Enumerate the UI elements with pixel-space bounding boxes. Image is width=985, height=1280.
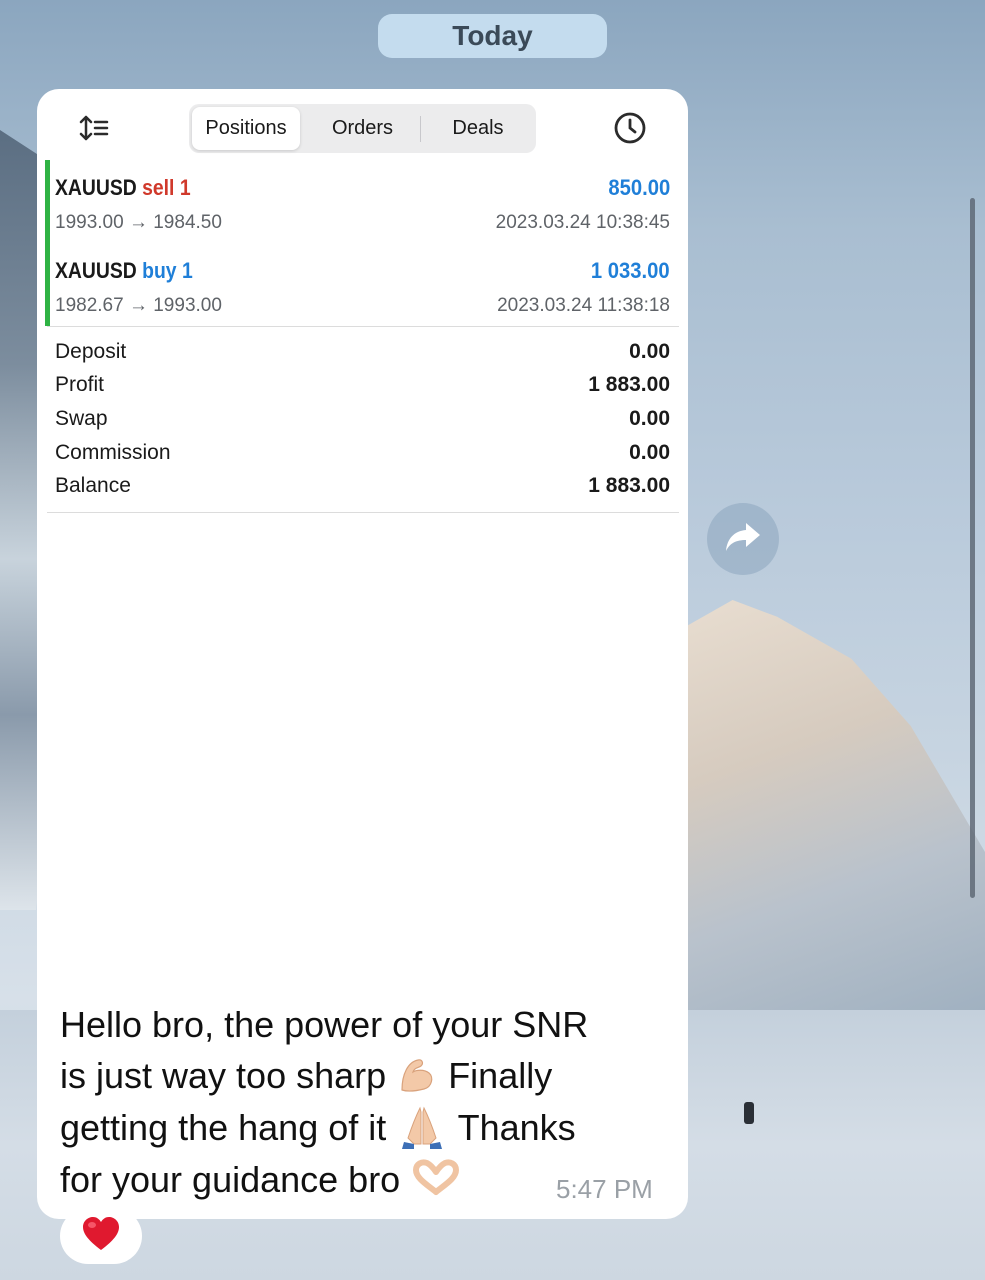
deal-time: 2023.03.24 11:38:18 — [497, 295, 670, 316]
tab-orders[interactable]: Orders — [309, 107, 416, 150]
clock-icon[interactable] — [611, 109, 649, 147]
deal-profit: 1 033.00 — [591, 258, 670, 283]
tab-deals-label: Deals — [452, 117, 504, 139]
background-hiker — [744, 1102, 754, 1124]
deal-profit: 850.00 — [608, 175, 670, 200]
message-bubble[interactable]: Positions Orders Deals XAUUSD sell 1 199… — [37, 89, 688, 1219]
deal-symbol: XAUUSD sell 1 — [55, 175, 191, 200]
summary-value: 1 883.00 — [588, 474, 670, 497]
tab-switcher: Positions Orders Deals — [189, 104, 536, 153]
tab-positions[interactable]: Positions — [192, 107, 300, 150]
background-mountain-right — [688, 600, 985, 1020]
date-separator-label: Today — [452, 20, 533, 51]
flexed-biceps-icon — [396, 1051, 438, 1102]
tab-orders-label: Orders — [331, 117, 394, 139]
summary-row-profit: Profit 1 883.00 — [55, 373, 670, 405]
summary-value: 1 883.00 — [588, 373, 670, 396]
scrollbar[interactable] — [970, 198, 975, 898]
message-line: is just way too sharp Finally — [60, 1050, 650, 1102]
message-line: Hello bro, the power of your SNR — [60, 1004, 589, 1045]
summary-label: Deposit — [55, 340, 127, 363]
deal-time: 2023.03.24 10:38:45 — [495, 212, 670, 233]
summary-label: Balance — [55, 474, 131, 497]
tab-deals[interactable]: Deals — [424, 107, 532, 150]
deals-accent-bar — [45, 160, 50, 326]
divider — [47, 326, 679, 327]
heart-hands-icon — [410, 1155, 462, 1206]
share-icon — [724, 521, 762, 558]
deal-row[interactable]: XAUUSD sell 1 1993.00 → 1984.50 850.00 2… — [55, 169, 670, 239]
message-timestamp: 5:47 PM — [556, 1174, 653, 1204]
divider — [47, 512, 679, 513]
summary-value: 0.00 — [629, 407, 670, 430]
folded-hands-icon — [396, 1103, 448, 1154]
deal-prices: 1993.00 → 1984.50 — [55, 212, 222, 233]
summary-row-swap: Swap 0.00 — [55, 407, 670, 439]
deal-row[interactable]: XAUUSD buy 1 1982.67 → 1993.00 1 033.00 … — [55, 252, 670, 322]
share-button[interactable] — [707, 503, 779, 575]
tab-positions-label: Positions — [205, 117, 287, 139]
summary-row-deposit: Deposit 0.00 — [55, 340, 670, 372]
summary-row-balance: Balance 1 883.00 — [55, 474, 670, 506]
deal-symbol: XAUUSD buy 1 — [55, 258, 193, 283]
summary-value: 0.00 — [629, 441, 670, 464]
deal-prices: 1982.67 → 1993.00 — [55, 295, 222, 316]
deal-side: sell 1 — [142, 175, 191, 200]
summary-label: Profit — [55, 373, 105, 396]
summary-label: Swap — [55, 407, 108, 430]
reaction-badge[interactable] — [60, 1208, 142, 1264]
tab-divider — [420, 116, 421, 142]
summary-value: 0.00 — [629, 340, 670, 363]
deal-side: buy 1 — [142, 258, 193, 283]
date-separator: Today — [378, 14, 607, 58]
message-line: getting the hang of it Thanks — [60, 1102, 650, 1154]
heart-icon — [81, 1216, 121, 1257]
summary-label: Commission — [55, 441, 171, 464]
summary-row-commission: Commission 0.00 — [55, 441, 670, 473]
sort-icon[interactable] — [77, 111, 111, 145]
